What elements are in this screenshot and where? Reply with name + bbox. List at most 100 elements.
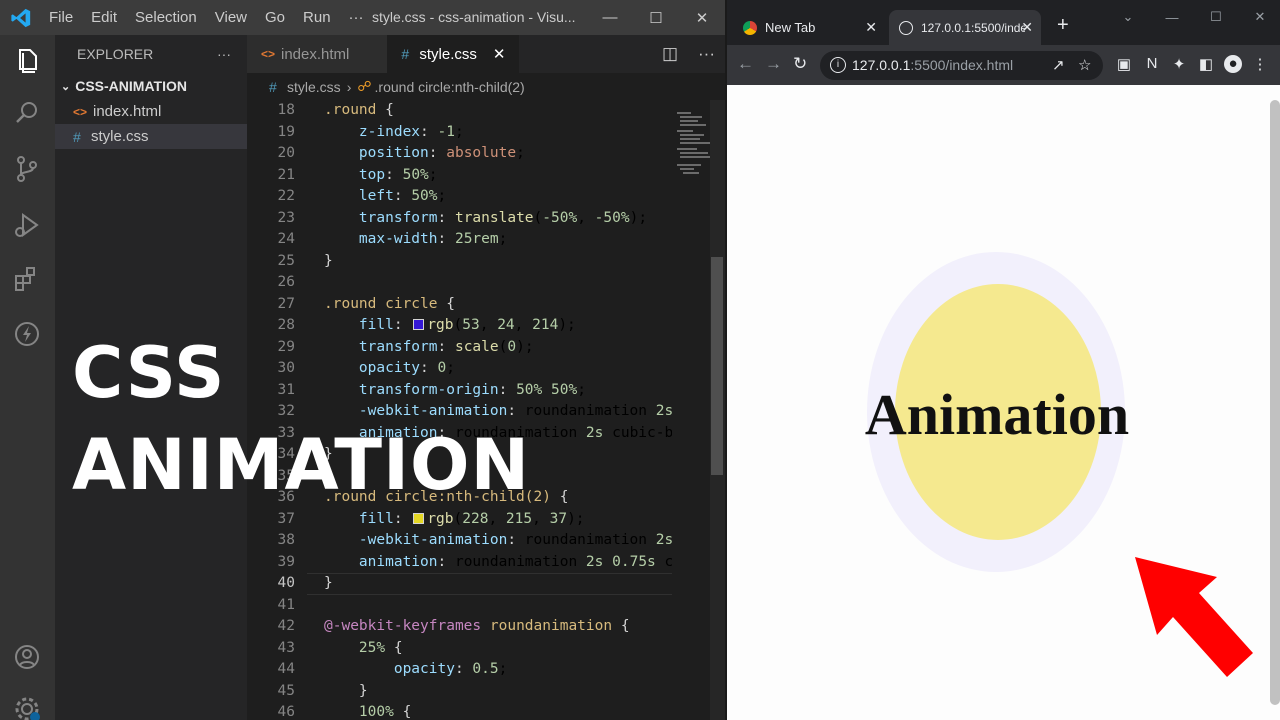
page-scrollbar[interactable] <box>1270 100 1280 705</box>
code-editor[interactable]: 18 .round {19 z-index: -1; 20 position: ab… <box>247 100 672 720</box>
more-actions-icon[interactable]: ··· <box>217 46 231 62</box>
notion-icon[interactable]: N <box>1143 55 1161 73</box>
code-text: } <box>324 575 333 591</box>
code-text: .round circle { <box>324 295 455 312</box>
source-control-icon[interactable] <box>11 153 43 185</box>
files-icon[interactable] <box>11 45 43 77</box>
code-line: 21 top: 50%; <box>247 165 672 187</box>
breadcrumb-symbol[interactable]: .round circle:nth-child(2) <box>375 79 525 95</box>
split-editor-icon[interactable]: ◫ <box>652 44 688 64</box>
close-tab-icon[interactable]: ✕ <box>493 45 506 63</box>
file-label: style.css <box>91 128 149 145</box>
code-text: } <box>358 682 368 699</box>
html-file-icon: <> <box>73 104 88 119</box>
minimap[interactable] <box>672 100 712 720</box>
close-icon[interactable]: ✕ <box>1238 0 1280 34</box>
breadcrumb-file[interactable]: style.css <box>287 79 341 95</box>
run-debug-icon[interactable] <box>11 209 43 241</box>
animation-heading: Animation <box>864 382 1130 447</box>
line-number: 41 <box>277 596 295 613</box>
close-tab-icon[interactable]: ✕ <box>1021 19 1033 36</box>
line-number: 21 <box>277 166 295 183</box>
tab-index-html[interactable]: <> index.html <box>247 35 388 73</box>
sidebar-panel-icon[interactable]: ◧ <box>1197 55 1215 73</box>
line-number: 39 <box>277 553 295 570</box>
line-number: 43 <box>277 639 295 656</box>
menu-more[interactable]: ··· <box>340 9 373 26</box>
browser-tab-new-tab[interactable]: New Tab ✕ <box>733 10 885 45</box>
url-host: 127.0.0.1 <box>852 57 911 73</box>
maximize-icon[interactable]: ☐ <box>633 0 679 35</box>
line-number: 20 <box>277 145 295 161</box>
menu-edit[interactable]: Edit <box>82 9 126 26</box>
chrome-icon <box>743 20 757 35</box>
menu-view[interactable]: View <box>206 9 256 26</box>
browser-menu-icon[interactable]: ⋮ <box>1251 55 1269 73</box>
line-number: 28 <box>277 317 295 333</box>
url-text: 127.0.0.1:5500/index.html <box>852 57 1013 73</box>
scrollbar-thumb[interactable] <box>711 257 723 475</box>
overlay-title-line1: CSS <box>72 332 226 414</box>
file-style-css[interactable]: # style.css <box>55 124 247 149</box>
page-viewport: Animation <box>727 85 1280 720</box>
extensions-puzzle-icon[interactable]: ✦ <box>1170 55 1188 73</box>
profile-avatar[interactable]: ● <box>1224 55 1242 73</box>
globe-icon <box>899 20 913 35</box>
settings-gear-icon[interactable] <box>11 693 43 720</box>
css-file-icon: # <box>401 46 410 62</box>
line-number: 31 <box>277 381 295 398</box>
folder-css-animation[interactable]: ⌄ CSS-ANIMATION <box>55 73 247 99</box>
tab-search-chevron-icon[interactable]: ⌄ <box>1106 0 1150 34</box>
tab-style-css[interactable]: # style.css ✕ <box>387 35 520 73</box>
bookmark-star-icon[interactable]: ☆ <box>1078 56 1091 74</box>
menu-bar: File Edit Selection View Go Run ··· <box>40 0 373 35</box>
search-icon[interactable] <box>11 97 43 129</box>
address-bar[interactable]: i 127.0.0.1:5500/index.html ↗ ☆ <box>820 51 1103 80</box>
editor-tabs: <> index.html # style.css ✕ ◫ ··· <box>247 35 725 73</box>
forward-arrow-icon[interactable]: → <box>765 54 782 74</box>
lightning-icon[interactable] <box>11 318 43 350</box>
browser-window: New Tab ✕ 127.0.0.1:5500/index.h ✕ + ⌄ —… <box>725 0 1280 720</box>
more-actions-icon[interactable]: ··· <box>688 44 725 64</box>
minimize-icon[interactable]: — <box>1150 0 1194 34</box>
site-info-icon[interactable]: i <box>830 57 846 73</box>
menu-selection[interactable]: Selection <box>126 9 206 26</box>
line-number: 32 <box>277 403 295 419</box>
code-text: .round { <box>324 102 394 118</box>
code-text: -webkit-animation: roundanimation 2s <box>358 532 672 548</box>
code-line: 38 -webkit-animation: roundanimation 2s <box>247 530 672 552</box>
extension-square-icon[interactable]: ▣ <box>1115 55 1133 73</box>
line-number: 44 <box>277 661 295 677</box>
color-swatch <box>413 512 425 524</box>
code-text: animation: roundanimation 2s 0.75s c <box>358 553 672 570</box>
code-line: 42 @-webkit-keyframes roundanimation { <box>247 616 672 638</box>
code-line: 31 transform-origin: 50% 50%; <box>247 380 672 402</box>
line-number: 46 <box>277 704 295 720</box>
back-arrow-icon[interactable]: ← <box>737 54 754 74</box>
code-line: 37 fill: rgb(228, 215, 37); <box>247 509 672 531</box>
maximize-icon[interactable]: ☐ <box>1194 0 1238 34</box>
editor-actions: ◫ ··· <box>652 35 725 73</box>
close-icon[interactable]: ✕ <box>679 0 725 35</box>
reload-icon[interactable]: ↻ <box>793 54 807 74</box>
browser-tab-localhost[interactable]: 127.0.0.1:5500/index.h ✕ <box>889 10 1041 45</box>
share-icon[interactable]: ↗ <box>1052 56 1065 74</box>
red-arrow-icon <box>1135 557 1253 677</box>
menu-go[interactable]: Go <box>256 9 294 26</box>
browser-window-controls: ⌄ — ☐ ✕ <box>1106 0 1280 34</box>
minimize-icon[interactable]: — <box>587 0 633 35</box>
code-line: 23 transform: translate(-50%, -50%); <box>247 208 672 230</box>
code-text: 25% { <box>358 639 403 656</box>
close-tab-icon[interactable]: ✕ <box>865 19 877 36</box>
code-line: 44 opacity: 0.5; <box>247 659 672 681</box>
line-number: 25 <box>277 252 295 269</box>
file-index-html[interactable]: <> index.html <box>55 99 247 124</box>
code-text: @-webkit-keyframes roundanimation { <box>324 618 630 634</box>
menu-run[interactable]: Run <box>294 9 340 26</box>
window-title: style.css - css-animation - Visu... <box>372 9 576 25</box>
extensions-icon[interactable] <box>11 263 43 295</box>
menu-file[interactable]: File <box>40 9 82 26</box>
new-tab-plus-icon[interactable]: + <box>1057 14 1069 37</box>
line-number: 38 <box>277 532 295 548</box>
account-icon[interactable] <box>11 641 43 673</box>
